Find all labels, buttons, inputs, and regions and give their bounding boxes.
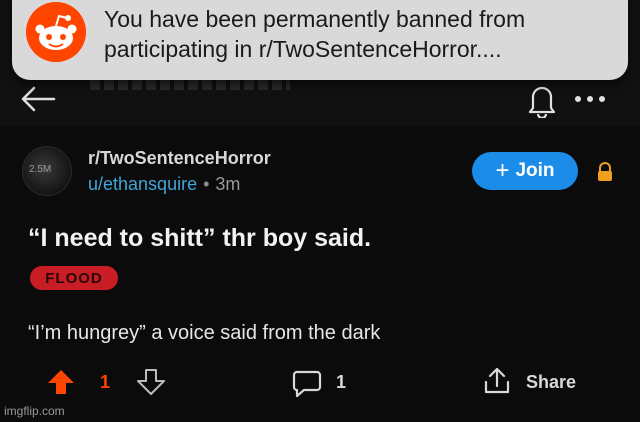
imgflip-watermark: imgflip.com	[4, 404, 65, 418]
comment-icon[interactable]	[292, 368, 322, 398]
join-label: Join	[515, 160, 555, 181]
ban-notification-toast[interactable]: You have been permanently banned from pa…	[12, 0, 628, 80]
subreddit-avatar[interactable]: 2.5M	[22, 146, 72, 196]
share-label[interactable]: Share	[526, 372, 576, 393]
notification-line-1: You have been permanently banned from	[104, 6, 526, 32]
notification-message: You have been permanently banned from pa…	[104, 4, 614, 64]
plus-icon: +	[495, 157, 510, 184]
post-meta: u/ethansquire • 3m	[88, 174, 240, 195]
author-username[interactable]: u/ethansquire	[88, 174, 197, 194]
notification-line-2: participating in r/TwoSentenceHorror....	[104, 36, 502, 62]
post-action-bar: 1 1 Share	[0, 360, 640, 404]
share-icon[interactable]	[482, 366, 512, 396]
comment-count: 1	[336, 372, 347, 392]
post-title[interactable]: “I need to shitt” thr boy said.	[28, 224, 371, 253]
downvote-icon[interactable]	[136, 368, 166, 396]
more-options-icon[interactable]	[572, 92, 608, 106]
vote-count: 1	[100, 372, 111, 392]
post-flair[interactable]: FLOOD	[30, 266, 118, 290]
post-body: “I’m hungrey” a voice said from the dark	[28, 322, 381, 344]
subreddit-name[interactable]: r/TwoSentenceHorror	[88, 148, 271, 169]
join-button[interactable]: + Join	[472, 152, 578, 190]
obscured-header-text	[90, 80, 290, 90]
upvote-icon[interactable]	[46, 368, 76, 396]
reddit-logo-icon	[26, 2, 86, 62]
post-age: 3m	[215, 174, 241, 194]
back-arrow-icon[interactable]	[18, 84, 58, 114]
bell-icon[interactable]	[525, 82, 559, 118]
lock-icon	[598, 162, 612, 181]
avatar-label: 2.5M	[29, 164, 52, 175]
post-card: 2.5M r/TwoSentenceHorror u/ethansquire • 3…	[0, 126, 640, 406]
meta-separator: •	[203, 174, 210, 194]
